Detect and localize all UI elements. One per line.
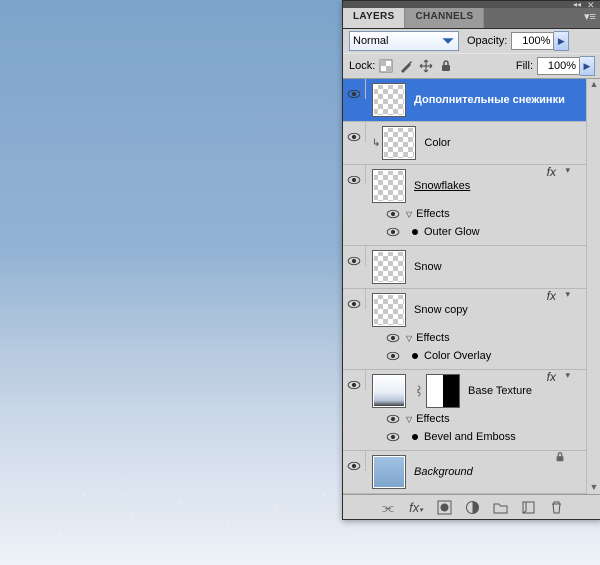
- lock-icon: [554, 451, 566, 463]
- visibility-toggle[interactable]: [343, 79, 366, 99]
- layer-name[interactable]: Background: [414, 466, 473, 478]
- mask-link-icon[interactable]: [414, 384, 426, 398]
- layer-thumbnail[interactable]: [372, 293, 406, 327]
- effects-collapse-icon[interactable]: ▾: [565, 370, 570, 381]
- layer-row[interactable]: Snow: [343, 246, 586, 289]
- layer-row[interactable]: Дополнительные снежинки: [343, 79, 586, 122]
- link-layers-icon[interactable]: ⫘: [381, 500, 396, 515]
- layers-list: Дополнительные снежинки ↳ Color fx ▾ Snowflak…: [343, 79, 586, 494]
- layer-thumbnail[interactable]: [372, 250, 406, 284]
- visibility-toggle[interactable]: [343, 370, 366, 390]
- fx-badge-icon[interactable]: fx: [547, 370, 556, 384]
- layer-name[interactable]: Дополнительные снежинки: [414, 94, 565, 106]
- effect-bullet-icon: [412, 229, 418, 235]
- new-layer-icon[interactable]: [521, 500, 536, 515]
- fx-badge-icon[interactable]: fx: [547, 165, 556, 179]
- effect-name[interactable]: Bevel and Emboss: [424, 431, 516, 443]
- fill-flyout-icon[interactable]: ▶: [580, 56, 595, 76]
- panel-titlebar[interactable]: ◂◂ ✕: [343, 1, 600, 8]
- scrollbar[interactable]: ▲ ▼: [586, 79, 600, 494]
- lock-label: Lock:: [349, 60, 375, 72]
- layer-name[interactable]: Snow copy: [414, 304, 468, 316]
- effects-label: Effects: [416, 413, 449, 425]
- visibility-toggle[interactable]: [343, 451, 366, 471]
- opacity-input[interactable]: 100%: [511, 32, 554, 50]
- layer-row[interactable]: fx ▾ Base Texture ▽ Effects Bevel and Emboss: [343, 370, 586, 451]
- effect-visibility-icon[interactable]: [386, 432, 406, 442]
- layer-row[interactable]: fx ▾ Snowflakes ▽ Effects Outer Glow: [343, 165, 586, 246]
- layer-name[interactable]: Base Texture: [468, 385, 532, 397]
- layer-thumbnail[interactable]: [372, 374, 406, 408]
- opacity-label: Opacity:: [467, 35, 507, 47]
- clip-indicator-icon: ↳: [372, 138, 380, 149]
- chevron-down-icon: [441, 34, 455, 48]
- effect-bullet-icon: [412, 353, 418, 359]
- tab-layers[interactable]: LAYERS: [343, 8, 405, 28]
- visibility-toggle[interactable]: [343, 289, 366, 309]
- scroll-down-icon[interactable]: ▼: [587, 482, 600, 494]
- adjustment-layer-icon[interactable]: [465, 500, 480, 515]
- opacity-flyout-icon[interactable]: ▶: [554, 31, 569, 51]
- panel-tabs: LAYERS CHANNELS ▾≡: [343, 8, 600, 29]
- tab-channels[interactable]: CHANNELS: [405, 8, 484, 28]
- fill-input[interactable]: 100%: [537, 57, 580, 75]
- effects-triangle-icon: ▽: [406, 415, 412, 424]
- layer-thumbnail[interactable]: [372, 455, 406, 489]
- trash-icon[interactable]: [549, 500, 564, 515]
- visibility-toggle[interactable]: [343, 165, 366, 185]
- effect-name[interactable]: Color Overlay: [424, 350, 491, 362]
- lock-all-icon[interactable]: [439, 59, 453, 73]
- layers-panel: ◂◂ ✕ LAYERS CHANNELS ▾≡ Normal Opacity: …: [342, 0, 600, 520]
- layer-thumbnail[interactable]: [372, 169, 406, 203]
- fx-icon[interactable]: fx▾: [409, 500, 424, 515]
- scroll-up-icon[interactable]: ▲: [587, 79, 600, 91]
- effects-collapse-icon[interactable]: ▾: [565, 289, 570, 300]
- canvas-background: ◂◂ ✕ LAYERS CHANNELS ▾≡ Normal Opacity: …: [0, 0, 600, 565]
- visibility-toggle[interactable]: [343, 246, 366, 266]
- blend-mode-select[interactable]: Normal: [349, 31, 459, 51]
- blend-mode-value: Normal: [353, 35, 441, 47]
- effects-triangle-icon: ▽: [406, 210, 412, 219]
- effects-collapse-icon[interactable]: ▾: [565, 165, 570, 176]
- lock-pixels-icon[interactable]: [399, 59, 413, 73]
- layer-thumbnail[interactable]: [372, 83, 406, 117]
- layer-name[interactable]: Snowflakes: [414, 180, 470, 192]
- layers-bottom-toolbar: ⫘ fx▾: [343, 494, 600, 519]
- effect-visibility-icon[interactable]: [386, 414, 406, 424]
- fill-label: Fill:: [516, 60, 533, 72]
- panel-menu-icon[interactable]: ▾≡: [581, 10, 599, 24]
- layer-row[interactable]: ↳ Color: [343, 122, 586, 165]
- lock-position-icon[interactable]: [419, 59, 433, 73]
- layer-name[interactable]: Snow: [414, 261, 442, 273]
- layer-row[interactable]: Background: [343, 451, 586, 494]
- effect-visibility-icon[interactable]: [386, 333, 406, 343]
- collapse-panel-icon[interactable]: ◂◂: [573, 2, 581, 8]
- visibility-toggle[interactable]: [343, 122, 366, 142]
- layer-thumbnail[interactable]: [382, 126, 416, 160]
- effect-visibility-icon[interactable]: [386, 351, 406, 361]
- effects-triangle-icon: ▽: [406, 334, 412, 343]
- effects-label: Effects: [416, 332, 449, 344]
- effect-visibility-icon[interactable]: [386, 227, 406, 237]
- layer-mask-thumbnail[interactable]: [426, 374, 460, 408]
- fx-badge-icon[interactable]: fx: [547, 289, 556, 303]
- layer-toolbar: Normal Opacity: 100% ▶ Lock:: [343, 29, 600, 79]
- lock-transparency-icon[interactable]: [379, 59, 393, 73]
- layer-mask-icon[interactable]: [437, 500, 452, 515]
- group-icon[interactable]: [493, 500, 508, 515]
- effect-bullet-icon: [412, 434, 418, 440]
- effect-name[interactable]: Outer Glow: [424, 226, 480, 238]
- effects-label: Effects: [416, 208, 449, 220]
- layer-name[interactable]: Color: [424, 137, 450, 149]
- layer-row[interactable]: fx ▾ Snow copy ▽ Effects Color Overlay: [343, 289, 586, 370]
- effect-visibility-icon[interactable]: [386, 209, 406, 219]
